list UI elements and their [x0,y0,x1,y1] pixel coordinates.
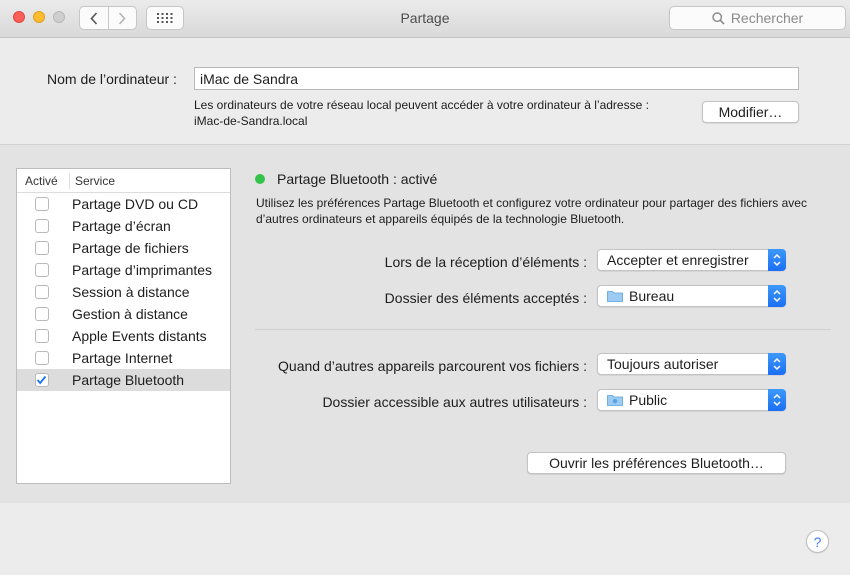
service-checkbox-cell [17,263,70,277]
service-checkbox-cell [17,241,70,255]
search-icon [712,11,725,25]
shared-folder-popup[interactable]: Public [597,389,786,411]
popup-arrows-icon [768,353,786,375]
service-row[interactable]: Partage Internet [17,347,230,369]
service-checkbox[interactable] [34,373,49,387]
help-button[interactable]: ? [806,530,829,553]
service-checkbox[interactable] [34,351,49,365]
service-status-title: Partage Bluetooth : activé [277,171,438,187]
column-active-header[interactable]: Activé [17,172,70,189]
receive-items-popup[interactable]: Accepter et enregistrer [597,249,786,271]
service-row[interactable]: Gestion à distance [17,303,230,325]
service-row[interactable]: Partage de fichiers [17,237,230,259]
service-checkbox[interactable] [34,307,49,321]
receive-items-label: Lors de la réception d’éléments : [384,254,587,270]
service-checkbox-cell [17,351,70,365]
service-checkbox[interactable] [34,329,49,343]
popup-arrows-icon [768,389,786,411]
service-description: Utilisez les préférences Partage Bluetoo… [256,196,807,226]
service-checkbox[interactable] [34,219,49,233]
network-address-info: Les ordinateurs de votre réseau local pe… [194,97,694,129]
service-checkbox[interactable] [34,285,49,299]
window-toolbar: Partage Rechercher [0,0,850,38]
column-service-header[interactable]: Service [70,174,115,188]
service-checkbox-cell [17,219,70,233]
search-field[interactable]: Rechercher [669,6,846,30]
accepted-folder-popup[interactable]: Bureau [597,285,786,307]
service-list-header: Activé Service [17,169,230,193]
service-row[interactable]: Partage d’écran [17,215,230,237]
browse-files-popup[interactable]: Toujours autoriser [597,353,786,375]
service-label: Partage Bluetooth [72,372,185,388]
network-address-text: Les ordinateurs de votre réseau local pe… [194,98,649,112]
accepted-folder-value: Bureau [629,288,675,304]
service-label: Partage d’écran [72,218,171,234]
network-address-host: iMac-de-Sandra.local [194,114,308,128]
open-bluetooth-prefs-button[interactable]: Ouvrir les préférences Bluetooth… [527,452,786,474]
service-label: Apple Events distants [72,328,207,344]
service-checkbox-cell [17,197,70,211]
status-indicator [255,174,265,184]
popup-arrows-icon [768,285,786,307]
service-row[interactable]: Partage Bluetooth [17,369,230,391]
checkmark-icon [36,375,47,385]
popup-arrows-icon [768,249,786,271]
detail-divider [255,329,831,330]
service-row[interactable]: Partage d’imprimantes [17,259,230,281]
service-checkbox-cell [17,373,70,387]
service-label: Partage d’imprimantes [72,262,213,278]
service-row[interactable]: Session à distance [17,281,230,303]
receive-items-value: Accepter et enregistrer [607,252,749,268]
service-label: Partage Internet [72,350,173,366]
folder-icon [607,290,623,302]
service-checkbox-cell [17,329,70,343]
shared-folder-label: Dossier accessible aux autres utilisateu… [322,394,587,410]
service-checkbox[interactable] [34,241,49,255]
service-label: Partage DVD ou CD [72,196,199,212]
browse-files-label: Quand d’autres appareils parcourent vos … [278,358,587,374]
shared-folder-value: Public [629,392,668,408]
accepted-folder-label: Dossier des éléments acceptés : [384,290,587,306]
service-checkbox-cell [17,307,70,321]
service-checkbox-cell [17,285,70,299]
modify-name-button[interactable]: Modifier… [702,101,799,123]
service-checkbox[interactable] [34,197,49,211]
search-placeholder: Rechercher [730,10,804,26]
service-row[interactable]: Apple Events distants [17,325,230,347]
service-list: Activé Service Partage DVD ou CD Partage … [16,168,231,484]
service-label: Session à distance [72,284,190,300]
service-label: Gestion à distance [72,306,188,322]
computer-name-input[interactable]: iMac de Sandra [194,67,799,90]
browse-files-value: Toujours autoriser [607,356,719,372]
service-checkbox[interactable] [34,263,49,277]
public-folder-icon [607,394,623,406]
computer-name-label: Nom de l’ordinateur : [47,71,177,87]
service-row[interactable]: Partage DVD ou CD [17,193,230,215]
service-label: Partage de fichiers [72,240,189,256]
service-rows: Partage DVD ou CD Partage d’écran Partage … [17,193,230,391]
